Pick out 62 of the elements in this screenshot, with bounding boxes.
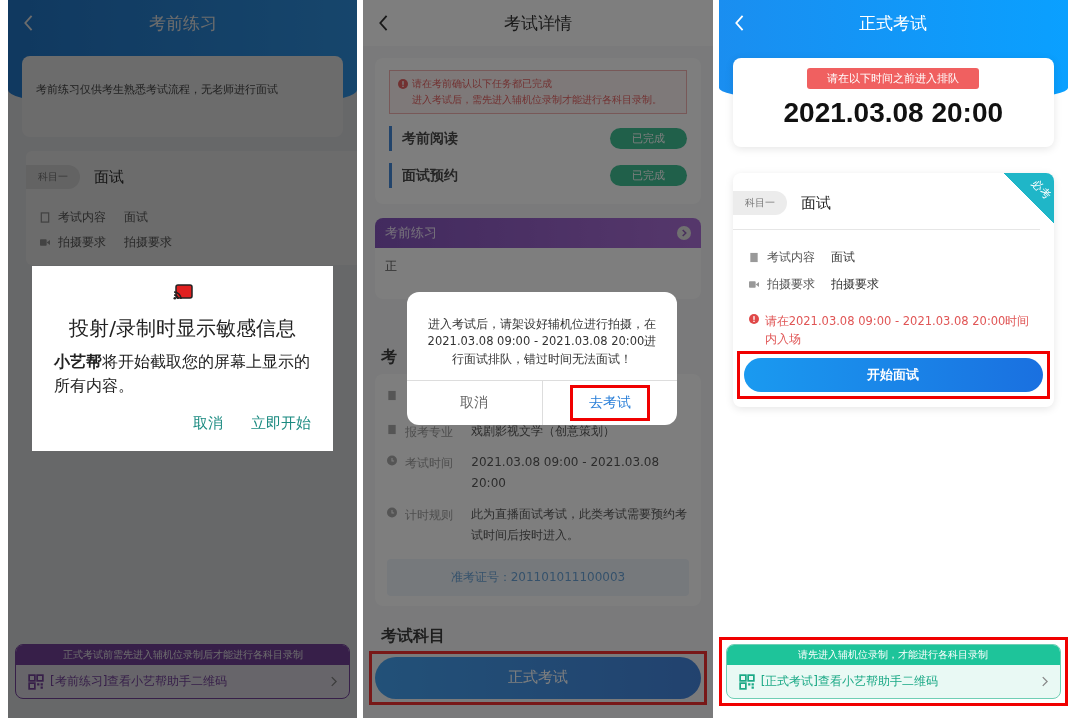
document-icon xyxy=(387,424,398,435)
detail-value: 拍摄要求 xyxy=(124,234,172,251)
back-icon[interactable] xyxy=(377,14,390,32)
subject-name: 面试 xyxy=(94,167,124,187)
deadline-time: 2021.03.08 20:00 xyxy=(783,97,1004,129)
dialog-message: 进入考试后，请架设好辅机位进行拍摄，在2021.03.08 09:00 - 2021.03.08 20:00进行面试排队，错过时间无法面试！ xyxy=(426,316,658,368)
detail-label: 拍摄要求 xyxy=(766,276,815,293)
qr-code-icon xyxy=(738,673,755,690)
video-icon xyxy=(748,279,759,290)
chevron-right-icon xyxy=(1041,676,1048,687)
task-label: 考前阅读 xyxy=(402,129,459,148)
banner-header: 请先进入辅机位录制，才能进行各科目录制 xyxy=(726,645,1060,665)
screen-title: 考前练习 xyxy=(147,11,218,35)
document-icon xyxy=(748,252,759,263)
cast-icon xyxy=(172,284,193,300)
dialog-message: 小艺帮将开始截取您的屏幕上显示的所有内容。 xyxy=(54,351,311,397)
warning-text: 请在2021.03.08 09:00 - 2021.03.08 20:00时间内入场 xyxy=(764,313,1031,349)
dialog-title: 投射/录制时显示敏感信息 xyxy=(69,315,297,342)
qr-banner[interactable]: 请先进入辅机位录制，才能进行各科目录制 [正式考试]查看小艺帮助手二维码 xyxy=(725,644,1061,699)
detail-value: 拍摄要求 xyxy=(830,276,879,293)
detail-label: 考试内容 xyxy=(58,209,106,226)
cancel-button[interactable]: 取消 xyxy=(193,412,224,435)
task-label: 面试预约 xyxy=(402,166,459,185)
corner-ribbon: 必考 xyxy=(1004,173,1054,223)
info-value: 2021.03.08 09:00 - 2021.03.08 20:00 xyxy=(471,454,661,492)
alert-text: 进入考试后，需先进入辅机位录制才能进行各科目录制。 xyxy=(411,93,664,107)
video-icon xyxy=(40,237,50,248)
document-icon xyxy=(387,390,398,401)
detail-label: 拍摄要求 xyxy=(58,234,106,251)
status-badge: 已完成 xyxy=(609,128,687,149)
alert-text: 请在考前确认以下任务都已完成 xyxy=(412,77,553,91)
start-button[interactable]: 立即开始 xyxy=(251,412,312,435)
ticket-number: 准考证号：201101011100003 xyxy=(387,558,689,596)
practice-card[interactable]: 考前练习 正 xyxy=(375,218,701,299)
clock-icon xyxy=(387,455,398,467)
info-value: 此为直播面试考试，此类考试需要预约考试时间后按时进入。 xyxy=(471,506,689,544)
banner-link[interactable]: [正式考试]查看小艺帮助手二维码 xyxy=(760,673,1035,690)
detail-value: 面试 xyxy=(830,249,855,266)
info-value: 戏剧影视文学（创意策划） xyxy=(471,423,616,440)
deadline-tag: 请在以下时间之前进入排队 xyxy=(807,68,980,89)
go-exam-button[interactable]: 去考试 xyxy=(572,387,647,418)
start-interview-button[interactable]: 开始面试 xyxy=(743,357,1043,392)
screen-title: 考试详情 xyxy=(503,11,573,35)
formal-exam-button[interactable]: 正式考试 xyxy=(375,656,701,699)
subject-name: 面试 xyxy=(800,193,831,213)
document-icon xyxy=(40,212,50,223)
cancel-button[interactable]: 取消 xyxy=(444,387,505,418)
clock-icon xyxy=(387,507,398,519)
alert-icon xyxy=(748,314,759,324)
alert-icon xyxy=(398,79,409,89)
section-heading: 考试科目 xyxy=(381,625,446,647)
detail-value: 面试 xyxy=(124,209,148,226)
back-icon[interactable] xyxy=(22,14,34,32)
detail-label: 考试内容 xyxy=(766,249,815,266)
status-badge: 已完成 xyxy=(609,165,687,186)
practice-title: 考前练习 xyxy=(385,224,438,242)
section-heading: 考 xyxy=(381,347,398,368)
notice-text: 考前练习仅供考生熟悉考试流程，无老师进行面试 xyxy=(36,83,278,96)
chevron-circle-icon xyxy=(676,226,691,240)
practice-text: 正 xyxy=(384,258,399,275)
subject-tag: 科目一 xyxy=(732,191,787,215)
screen-title: 正式考试 xyxy=(858,11,929,35)
